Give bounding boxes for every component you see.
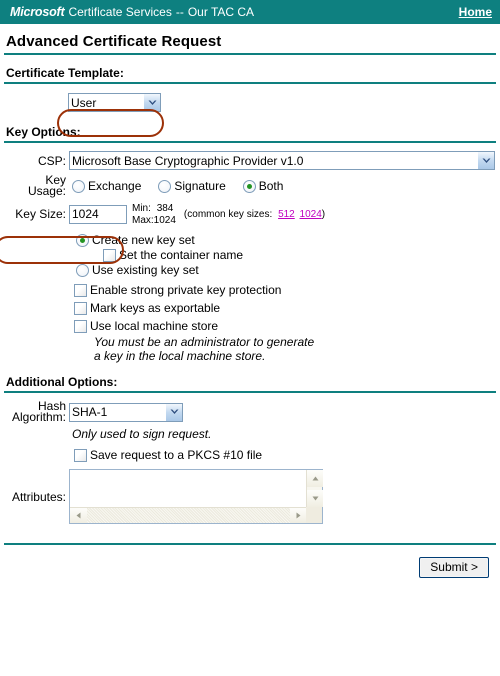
key-size-min-label: Min: (132, 203, 151, 214)
checkbox-enable-strong-private-key-protection[interactable]: Enable strong private key protection (74, 284, 496, 297)
certificate-template-divider (4, 82, 496, 84)
key-size-min-value: 384 (156, 203, 174, 214)
submit-button[interactable]: Submit > (419, 557, 489, 578)
certificate-template-select-wrap: User (68, 93, 161, 112)
radio-use-existing-key-set-icon[interactable] (76, 264, 89, 277)
key-size-label: Key Size: (15, 207, 66, 221)
csp-row: CSP: Microsoft Base Cryptographic Provid… (4, 151, 496, 170)
mark-keys-as-exportable-label: Mark keys as exportable (90, 301, 221, 315)
key-size-max: Max:1024 (132, 215, 176, 226)
csp-label: CSP: (37, 153, 66, 168)
csp-select[interactable]: Microsoft Base Cryptographic Provider v1… (69, 151, 495, 170)
use-existing-key-set-label: Use existing key set (92, 263, 199, 277)
key-usage-row: Key Usage: Exchange Signature Both (4, 174, 496, 198)
radio-both-icon[interactable] (242, 179, 256, 193)
common-key-sizes: (common key sizes: 512 1024) (184, 209, 325, 220)
key-set-group: Create new key set Set the container nam… (76, 234, 496, 277)
scroll-down-icon[interactable] (307, 490, 323, 507)
radio-exchange-icon[interactable] (72, 179, 85, 193)
certificate-template-select[interactable]: User (68, 93, 161, 112)
home-link[interactable]: Home (459, 5, 492, 19)
checkbox-enable-strong-private-key-protection-icon[interactable] (74, 284, 87, 297)
key-size-min-max: Min: 384 Max:1024 (132, 202, 176, 226)
attributes-row: Attributes: (4, 469, 496, 524)
key-size-input[interactable] (69, 204, 127, 224)
csp-select-wrap: Microsoft Base Cryptographic Provider v1… (69, 151, 495, 170)
section-heading-certificate-template: Certificate Template: (6, 66, 124, 80)
attributes-textarea[interactable] (70, 470, 306, 506)
key-size-max-value: 1024 (153, 215, 176, 226)
key-usage-option-exchange[interactable]: Exchange (72, 178, 142, 193)
radio-create-new-key-set-icon[interactable] (76, 234, 89, 247)
checkbox-set-container-name-icon[interactable] (103, 249, 116, 262)
radio-signature-icon[interactable] (158, 179, 172, 193)
local-machine-store-note: You must be an administrator to generate… (94, 335, 496, 363)
additional-options-divider (4, 391, 496, 393)
enable-strong-private-key-protection-label: Enable strong private key protection (90, 283, 282, 297)
checkbox-mark-keys-as-exportable[interactable]: Mark keys as exportable (74, 302, 496, 315)
attributes-textarea-box (69, 469, 323, 524)
checkbox-use-local-machine-store-icon[interactable] (74, 320, 87, 333)
key-usage-exchange-label: Exchange (88, 178, 142, 193)
scroll-right-icon[interactable] (290, 508, 307, 523)
checkbox-use-local-machine-store[interactable]: Use local machine store (74, 320, 496, 333)
header-title-group: Microsoft Certificate Services -- Our TA… (10, 5, 254, 19)
scrollbar-corner (306, 507, 322, 523)
key-usage-label: Key Usage: (4, 174, 66, 198)
local-machine-store-note-line2: a key in the local machine store. (94, 349, 266, 363)
ca-name: Our TAC CA (187, 5, 255, 19)
attributes-horizontal-scrollbar[interactable] (70, 507, 307, 523)
header-separator: -- (175, 5, 184, 19)
checkbox-mark-keys-as-exportable-icon[interactable] (74, 302, 87, 315)
footer-divider (4, 543, 496, 545)
common-key-size-1024-link[interactable]: 1024 (300, 209, 322, 220)
hash-algorithm-row: Hash Algorithm: SHA-1 (4, 400, 496, 424)
key-usage-option-signature[interactable]: Signature (158, 178, 226, 193)
checkbox-save-request-pkcs10[interactable]: Save request to a PKCS #10 file (74, 449, 496, 462)
create-new-key-set-label: Create new key set (92, 233, 195, 247)
key-options-divider (4, 141, 496, 143)
common-key-size-512-link[interactable]: 512 (278, 209, 295, 220)
radio-use-existing-key-set[interactable]: Use existing key set (76, 264, 496, 277)
page-body: Advanced Certificate Request Certificate… (0, 33, 500, 578)
submit-row: Submit > (4, 557, 496, 578)
key-usage-signature-label: Signature (174, 178, 226, 193)
local-machine-store-note-line1: You must be an administrator to generate (94, 335, 315, 349)
scroll-up-icon[interactable] (307, 470, 323, 487)
use-local-machine-store-label: Use local machine store (90, 319, 219, 333)
common-key-sizes-suffix: ) (321, 208, 326, 220)
key-size-row: Key Size: Min: 384 Max:1024 (common key … (4, 202, 496, 226)
hash-algorithm-label: Hash Algorithm: (4, 400, 66, 424)
hash-algorithm-select-wrap: SHA-1 (69, 402, 183, 422)
scroll-left-icon[interactable] (70, 508, 87, 523)
set-container-name-label: Set the container name (119, 248, 244, 262)
section-heading-additional-options: Additional Options: (6, 375, 118, 389)
hash-algorithm-label-line2: Algorithm: (11, 410, 66, 424)
microsoft-logo-text: Microsoft (10, 5, 65, 19)
attributes-label: Attributes: (11, 489, 66, 504)
save-request-pkcs10-label: Save request to a PKCS #10 file (90, 448, 263, 462)
horizontal-scroll-track[interactable] (87, 508, 290, 523)
attributes-vertical-scrollbar[interactable] (306, 470, 323, 507)
checkbox-save-request-pkcs10-icon[interactable] (74, 449, 87, 462)
title-divider (4, 53, 496, 55)
key-options-extra-checkboxes: Enable strong private key protection Mar… (74, 284, 496, 363)
key-usage-label-line2: Usage: (27, 184, 66, 198)
page-title: Advanced Certificate Request (6, 33, 222, 50)
section-heading-key-options: Key Options: (6, 125, 81, 139)
hash-algorithm-select[interactable]: SHA-1 (69, 402, 183, 422)
checkbox-set-container-name[interactable]: Set the container name (103, 249, 496, 262)
product-name: Certificate Services (68, 5, 172, 19)
radio-create-new-key-set[interactable]: Create new key set (76, 234, 496, 247)
common-key-sizes-prefix: (common key sizes: (183, 208, 273, 220)
app-header: Microsoft Certificate Services -- Our TA… (0, 0, 500, 24)
key-size-max-label: Max: (132, 215, 154, 226)
key-usage-option-both[interactable]: Both (242, 178, 284, 193)
key-usage-both-label: Both (258, 178, 284, 193)
key-size-min: Min: 384 (132, 203, 173, 214)
hash-algorithm-note: Only used to sign request. (72, 427, 212, 441)
certificate-template-row: User (68, 93, 496, 112)
